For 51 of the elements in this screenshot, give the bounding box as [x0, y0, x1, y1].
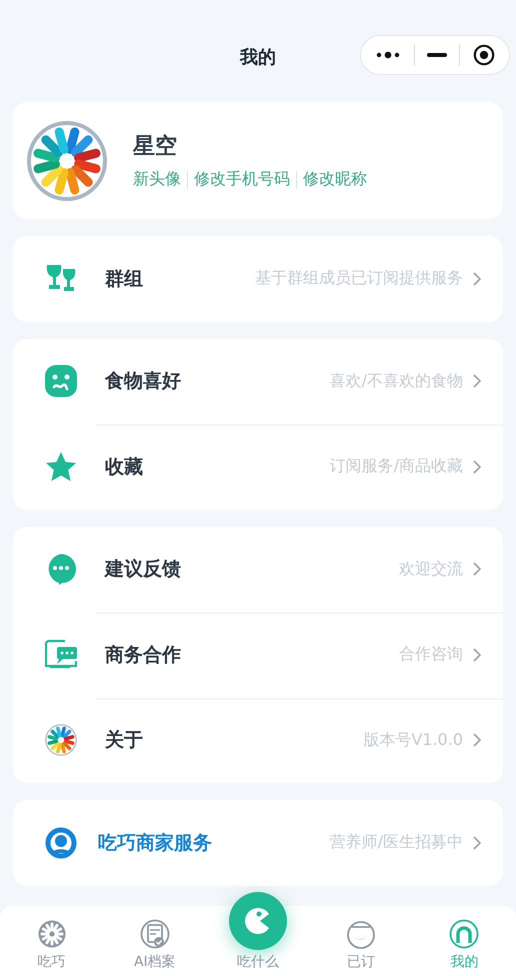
menu-label: 食物喜好: [105, 369, 181, 394]
menu-hint: 版本号V1.0.0: [363, 730, 463, 751]
close-icon[interactable]: [472, 44, 495, 66]
star-icon: [45, 450, 77, 483]
menu-row[interactable]: 食物喜好 喜欢/不喜欢的食物: [13, 338, 503, 424]
chevron-right-icon: [473, 272, 481, 286]
chevron-right-icon: [473, 374, 481, 388]
menu-hint: 合作咨询: [399, 644, 463, 666]
tab[interactable]: 吃什么: [206, 890, 310, 976]
bowl-icon: [346, 919, 376, 949]
tab[interactable]: AI档案: [103, 906, 206, 976]
menu-row[interactable]: 关于 版本号V1.0.0: [13, 698, 503, 783]
face-icon: [45, 365, 77, 398]
menu-label: 商务合作: [105, 642, 181, 668]
profile-link[interactable]: 新头像: [133, 169, 181, 190]
wheel-icon: [36, 919, 67, 949]
tab[interactable]: 吃巧: [0, 906, 104, 976]
menu-row[interactable]: 商务合作 合作咨询: [13, 612, 503, 698]
menu-label: 建议反馈: [105, 557, 181, 582]
menu-row[interactable]: 群组 基于群组成员已订阅提供服务: [13, 236, 503, 322]
chevron-right-icon: [473, 562, 481, 576]
user-name: 星空: [133, 133, 178, 161]
message-board-icon: [45, 638, 77, 671]
menu-hint: 营养师/医生招募中: [330, 832, 463, 854]
menu-label: 群组: [105, 266, 143, 292]
avatar[interactable]: [27, 120, 107, 200]
menu-hint: 订阅服务/商品收藏: [330, 456, 463, 478]
color-wheel-icon: [45, 724, 77, 756]
profile-link[interactable]: 修改手机号码: [194, 169, 290, 190]
chevron-right-icon: [473, 460, 481, 474]
menu-row[interactable]: 收藏 订阅服务/商品收藏: [13, 424, 503, 510]
menu-row[interactable]: 吃巧商家服务 营养师/医生招募中: [13, 800, 503, 886]
menu-hint: 欢迎交流: [399, 558, 463, 580]
profile-link[interactable]: 修改昵称: [303, 169, 367, 190]
menu-hint: 喜欢/不喜欢的食物: [330, 370, 463, 392]
chevron-right-icon: [473, 648, 481, 662]
menu-hint: 基于群组成员已订阅提供服务: [255, 268, 463, 290]
menu-row[interactable]: 建议反馈 欢迎交流: [13, 526, 503, 612]
more-icon[interactable]: [375, 50, 402, 60]
glasses-icon: [45, 264, 77, 294]
user-circle-icon: [45, 826, 77, 859]
menu-label: 收藏: [105, 454, 143, 480]
menu-label: 关于: [105, 728, 143, 754]
menu-label: 吃巧商家服务: [98, 830, 212, 856]
document-check-icon: [140, 919, 170, 949]
minimize-icon[interactable]: [426, 53, 447, 57]
chevron-right-icon: [473, 836, 481, 850]
tab[interactable]: 已订: [310, 906, 413, 976]
chevron-right-icon: [473, 733, 481, 748]
page-title: 我的: [240, 46, 276, 69]
tab[interactable]: 我的: [412, 906, 516, 976]
